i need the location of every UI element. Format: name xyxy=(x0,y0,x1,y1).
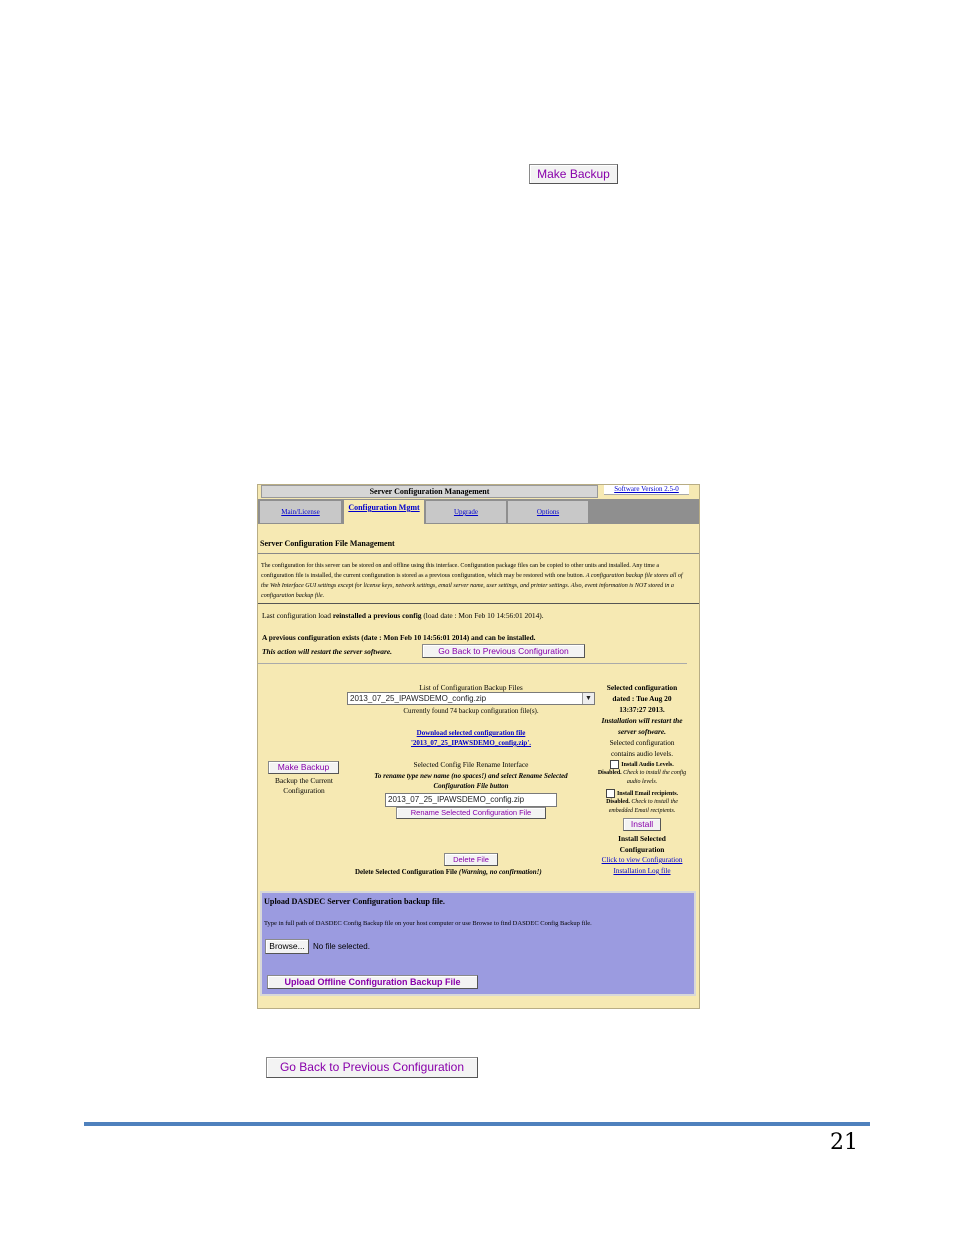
backup-file-select[interactable]: 2013_07_25_IPAWSDEMO_config.zip ▼ xyxy=(347,692,595,705)
make-backup-inner-button[interactable]: Make Backup xyxy=(268,761,339,774)
restart-warning: This action will restart the server soft… xyxy=(262,647,392,656)
install-email-checkbox[interactable] xyxy=(605,789,615,798)
rename-interface-title: Selected Config File Rename Interface xyxy=(413,760,529,769)
go-back-previous-config-doc-button[interactable]: Go Back to Previous Configuration xyxy=(266,1057,478,1078)
software-version-link[interactable]: Software Version 2.5-0 xyxy=(604,485,689,495)
install-selected-caption: Install Selected Configuration xyxy=(618,834,666,854)
selected-config-dated: Selected configuration dated : Tue Aug 2… xyxy=(606,683,678,714)
upload-offline-backup-button[interactable]: Upload Offline Configuration Backup File xyxy=(267,975,478,989)
intro-paragraph: The configuration for this server can be… xyxy=(261,563,683,599)
rename-file-input[interactable]: 2013_07_25_IPAWSDEMO_config.zip xyxy=(385,793,557,807)
no-file-selected-text: No file selected. xyxy=(313,942,370,951)
previous-config-text: A previous configuration exists (date : … xyxy=(262,633,536,642)
chevron-down-icon[interactable]: ▼ xyxy=(582,693,594,704)
header-title: Server Configuration Management xyxy=(369,487,490,496)
install-audio-option[interactable]: Install Audio Levels. Disabled. Check to… xyxy=(596,760,688,786)
rename-config-button[interactable]: Rename Selected Configuration File xyxy=(396,807,546,819)
install-audio-checkbox[interactable] xyxy=(610,760,620,769)
last-load-text: Last configuration load reinstalled a pr… xyxy=(262,611,544,620)
config-management-screenshot: Server Configuration Management Software… xyxy=(257,484,700,1009)
tab-configuration-mgmt[interactable]: Configuration Mgmt xyxy=(344,500,424,526)
tab-main-license[interactable]: Main/License xyxy=(260,501,341,523)
delete-file-button[interactable]: Delete File xyxy=(444,853,498,866)
backup-count-text: Currently found 74 backup configuration … xyxy=(403,707,539,715)
upload-instructions: Type in full path of DASDEC Config Backu… xyxy=(264,920,592,927)
tab-options[interactable]: Options xyxy=(508,501,588,523)
install-email-option[interactable]: Install Email recipients. Disabled. Chec… xyxy=(596,789,688,815)
backup-current-caption: Backup the Current Configuration xyxy=(275,776,333,795)
tab-upgrade[interactable]: Upgrade xyxy=(426,501,506,523)
upload-title: Upload DASDEC Server Configuration backu… xyxy=(264,897,445,906)
download-config-link[interactable]: Download selected configuration file '20… xyxy=(346,728,596,748)
section-title: Server Configuration File Management xyxy=(260,539,395,548)
footer-rule xyxy=(84,1122,870,1126)
rename-instructions: To rename type new name (no spaces!) and… xyxy=(374,772,568,790)
make-backup-button[interactable]: Make Backup xyxy=(529,164,618,184)
install-button[interactable]: Install xyxy=(623,818,661,831)
browse-button[interactable]: Browse... xyxy=(265,939,309,954)
delete-caption: Delete Selected Configuration File (Warn… xyxy=(355,868,542,876)
page-number: 21 xyxy=(830,1130,858,1155)
install-restart-warning: Installation will restart the server sof… xyxy=(601,716,683,736)
go-back-previous-config-button[interactable]: Go Back to Previous Configuration xyxy=(422,644,585,658)
contains-audio-text: Selected configuration contains audio le… xyxy=(609,739,675,758)
view-install-log-link[interactable]: Click to view Configuration Installation… xyxy=(594,855,690,877)
